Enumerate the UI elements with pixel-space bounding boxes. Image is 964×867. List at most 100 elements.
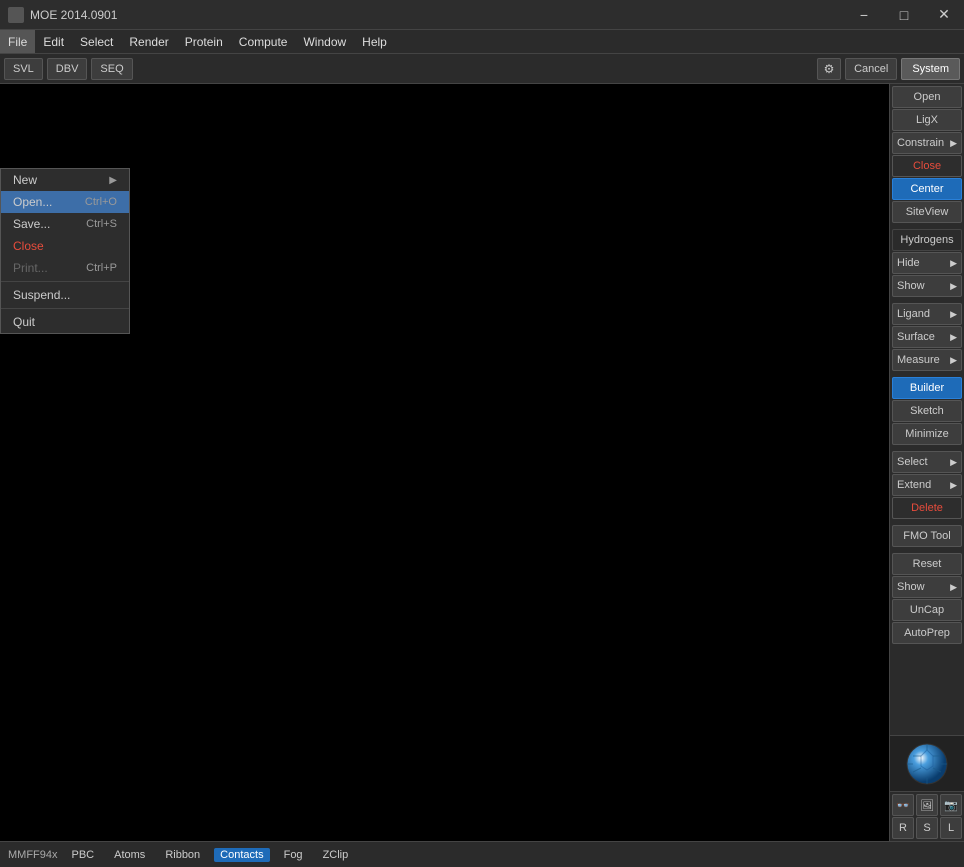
menu-item-suspend-label: Suspend... [13,288,70,302]
pbc-button[interactable]: PBC [66,848,101,862]
titlebar-controls: − □ ✕ [844,0,964,29]
menu-help[interactable]: Help [354,30,395,53]
titlebar: MOE 2014.0901 − □ ✕ [0,0,964,30]
sidebar-show-label: Show [897,280,925,292]
sidebar-autoprep[interactable]: AutoPrep [892,622,962,644]
sidebar-hide[interactable]: Hide ▶ [892,252,962,274]
forcefield-label: MMFF94x [8,849,58,861]
menu-window[interactable]: Window [295,30,354,53]
sidebar-surface[interactable]: Surface ▶ [892,326,962,348]
sidebar-minimize[interactable]: Minimize [892,423,962,445]
sidebar-hide-label: Hide [897,257,920,269]
sidebar-select[interactable]: Select ▶ [892,451,962,473]
extend-arrow-icon: ▶ [950,480,957,491]
sidebar-reset[interactable]: Reset [892,553,962,575]
save-shortcut: Ctrl+S [86,218,117,230]
r-button[interactable]: R [892,817,914,839]
menu-item-print: Print... Ctrl+P [1,257,129,279]
fog-button[interactable]: Fog [278,848,309,862]
settings-button[interactable]: ⚙ [817,58,841,80]
menu-item-quit[interactable]: Quit [1,311,129,333]
seq-button[interactable]: SEQ [91,58,132,80]
menu-protein[interactable]: Protein [177,30,231,53]
sidebar-extend[interactable]: Extend ▶ [892,474,962,496]
cancel-button[interactable]: Cancel [845,58,897,80]
toolbar: SVL DBV SEQ ⚙ Cancel System [0,54,964,84]
menubar: File Edit Select Render Protein Compute … [0,30,964,54]
file-dropdown-menu: New ▶ Open... Ctrl+O Save... Ctrl+S Clos… [0,168,130,334]
menu-item-close-label: Close [13,239,44,253]
menu-item-save[interactable]: Save... Ctrl+S [1,213,129,235]
sidebar-constrain[interactable]: Constrain ▶ [892,132,962,154]
bottom-icons-panel: 👓 🖼 📷 R S L [889,791,964,841]
sidebar-builder[interactable]: Builder [892,377,962,399]
surface-arrow-icon: ▶ [950,332,957,343]
sidebar-hydrogens-label: Hydrogens [892,229,962,251]
new-arrow-icon: ▶ [109,175,117,186]
camera-button[interactable]: 📷 [940,794,962,816]
sidebar-measure[interactable]: Measure ▶ [892,349,962,371]
bottom-icon-row: 👓 🖼 📷 [892,794,962,816]
main-layout: New ▶ Open... Ctrl+O Save... Ctrl+S Clos… [0,84,964,841]
sidebar-sketch[interactable]: Sketch [892,400,962,422]
sidebar-delete[interactable]: Delete [892,497,962,519]
open-shortcut: Ctrl+O [85,196,117,208]
dbv-button[interactable]: DBV [47,58,88,80]
sidebar-extend-label: Extend [897,479,931,491]
menu-compute[interactable]: Compute [231,30,296,53]
moe-icon [8,7,24,23]
bottom-label-row: R S L [892,817,962,839]
select-arrow-icon: ▶ [950,457,957,468]
menu-item-open-label: Open... [13,195,52,209]
sidebar-select-label: Select [897,456,928,468]
menu-edit[interactable]: Edit [35,30,72,53]
sidebar-siteview[interactable]: SiteView [892,201,962,223]
image-button[interactable]: 🖼 [916,794,938,816]
svl-button[interactable]: SVL [4,58,43,80]
atoms-button[interactable]: Atoms [108,848,151,862]
maximize-button[interactable]: □ [884,0,924,30]
glasses-button[interactable]: 👓 [892,794,914,816]
titlebar-title: MOE 2014.0901 [30,8,117,22]
sidebar-open[interactable]: Open [892,86,962,108]
bottom-bar: MMFF94x PBC Atoms Ribbon Contacts Fog ZC… [0,841,964,867]
menu-item-quit-label: Quit [13,315,35,329]
right-sidebar: Open LigX Constrain ▶ Close Center SiteV… [889,84,964,841]
show-arrow-icon: ▶ [950,281,957,292]
menu-item-open[interactable]: Open... Ctrl+O [1,191,129,213]
sidebar-fmo-tool[interactable]: FMO Tool [892,525,962,547]
close-button[interactable]: ✕ [924,0,964,30]
sidebar-ligx[interactable]: LigX [892,109,962,131]
sidebar-show2[interactable]: Show ▶ [892,576,962,598]
ribbon-button[interactable]: Ribbon [159,848,206,862]
sidebar-close[interactable]: Close [892,155,962,177]
sidebar-center[interactable]: Center [892,178,962,200]
sidebar-ligand[interactable]: Ligand ▶ [892,303,962,325]
menu-item-new[interactable]: New ▶ [1,169,129,191]
s-button[interactable]: S [916,817,938,839]
canvas-area[interactable]: New ▶ Open... Ctrl+O Save... Ctrl+S Clos… [0,84,889,841]
system-button[interactable]: System [901,58,960,80]
sidebar-ligand-label: Ligand [897,308,930,320]
sidebar-show2-label: Show [897,581,925,593]
menu-item-new-label: New [13,173,37,187]
contacts-button[interactable]: Contacts [214,848,269,862]
menu-file[interactable]: File [0,30,35,53]
sidebar-show[interactable]: Show ▶ [892,275,962,297]
zclip-button[interactable]: ZClip [317,848,355,862]
mol-icon-area [889,735,964,791]
menu-item-close: Close [1,235,129,257]
menu-render[interactable]: Render [121,30,176,53]
sidebar-measure-label: Measure [897,354,940,366]
sidebar-uncap[interactable]: UnCap [892,599,962,621]
l-button[interactable]: L [940,817,962,839]
menu-select[interactable]: Select [72,30,121,53]
hide-arrow-icon: ▶ [950,258,957,269]
separator-2 [1,308,129,309]
sidebar-constrain-label: Constrain [897,137,944,149]
molecule-ball-icon [905,742,949,786]
menu-item-suspend[interactable]: Suspend... [1,284,129,306]
minimize-button[interactable]: − [844,0,884,30]
menu-item-save-label: Save... [13,217,50,231]
menu-item-print-label: Print... [13,261,48,275]
